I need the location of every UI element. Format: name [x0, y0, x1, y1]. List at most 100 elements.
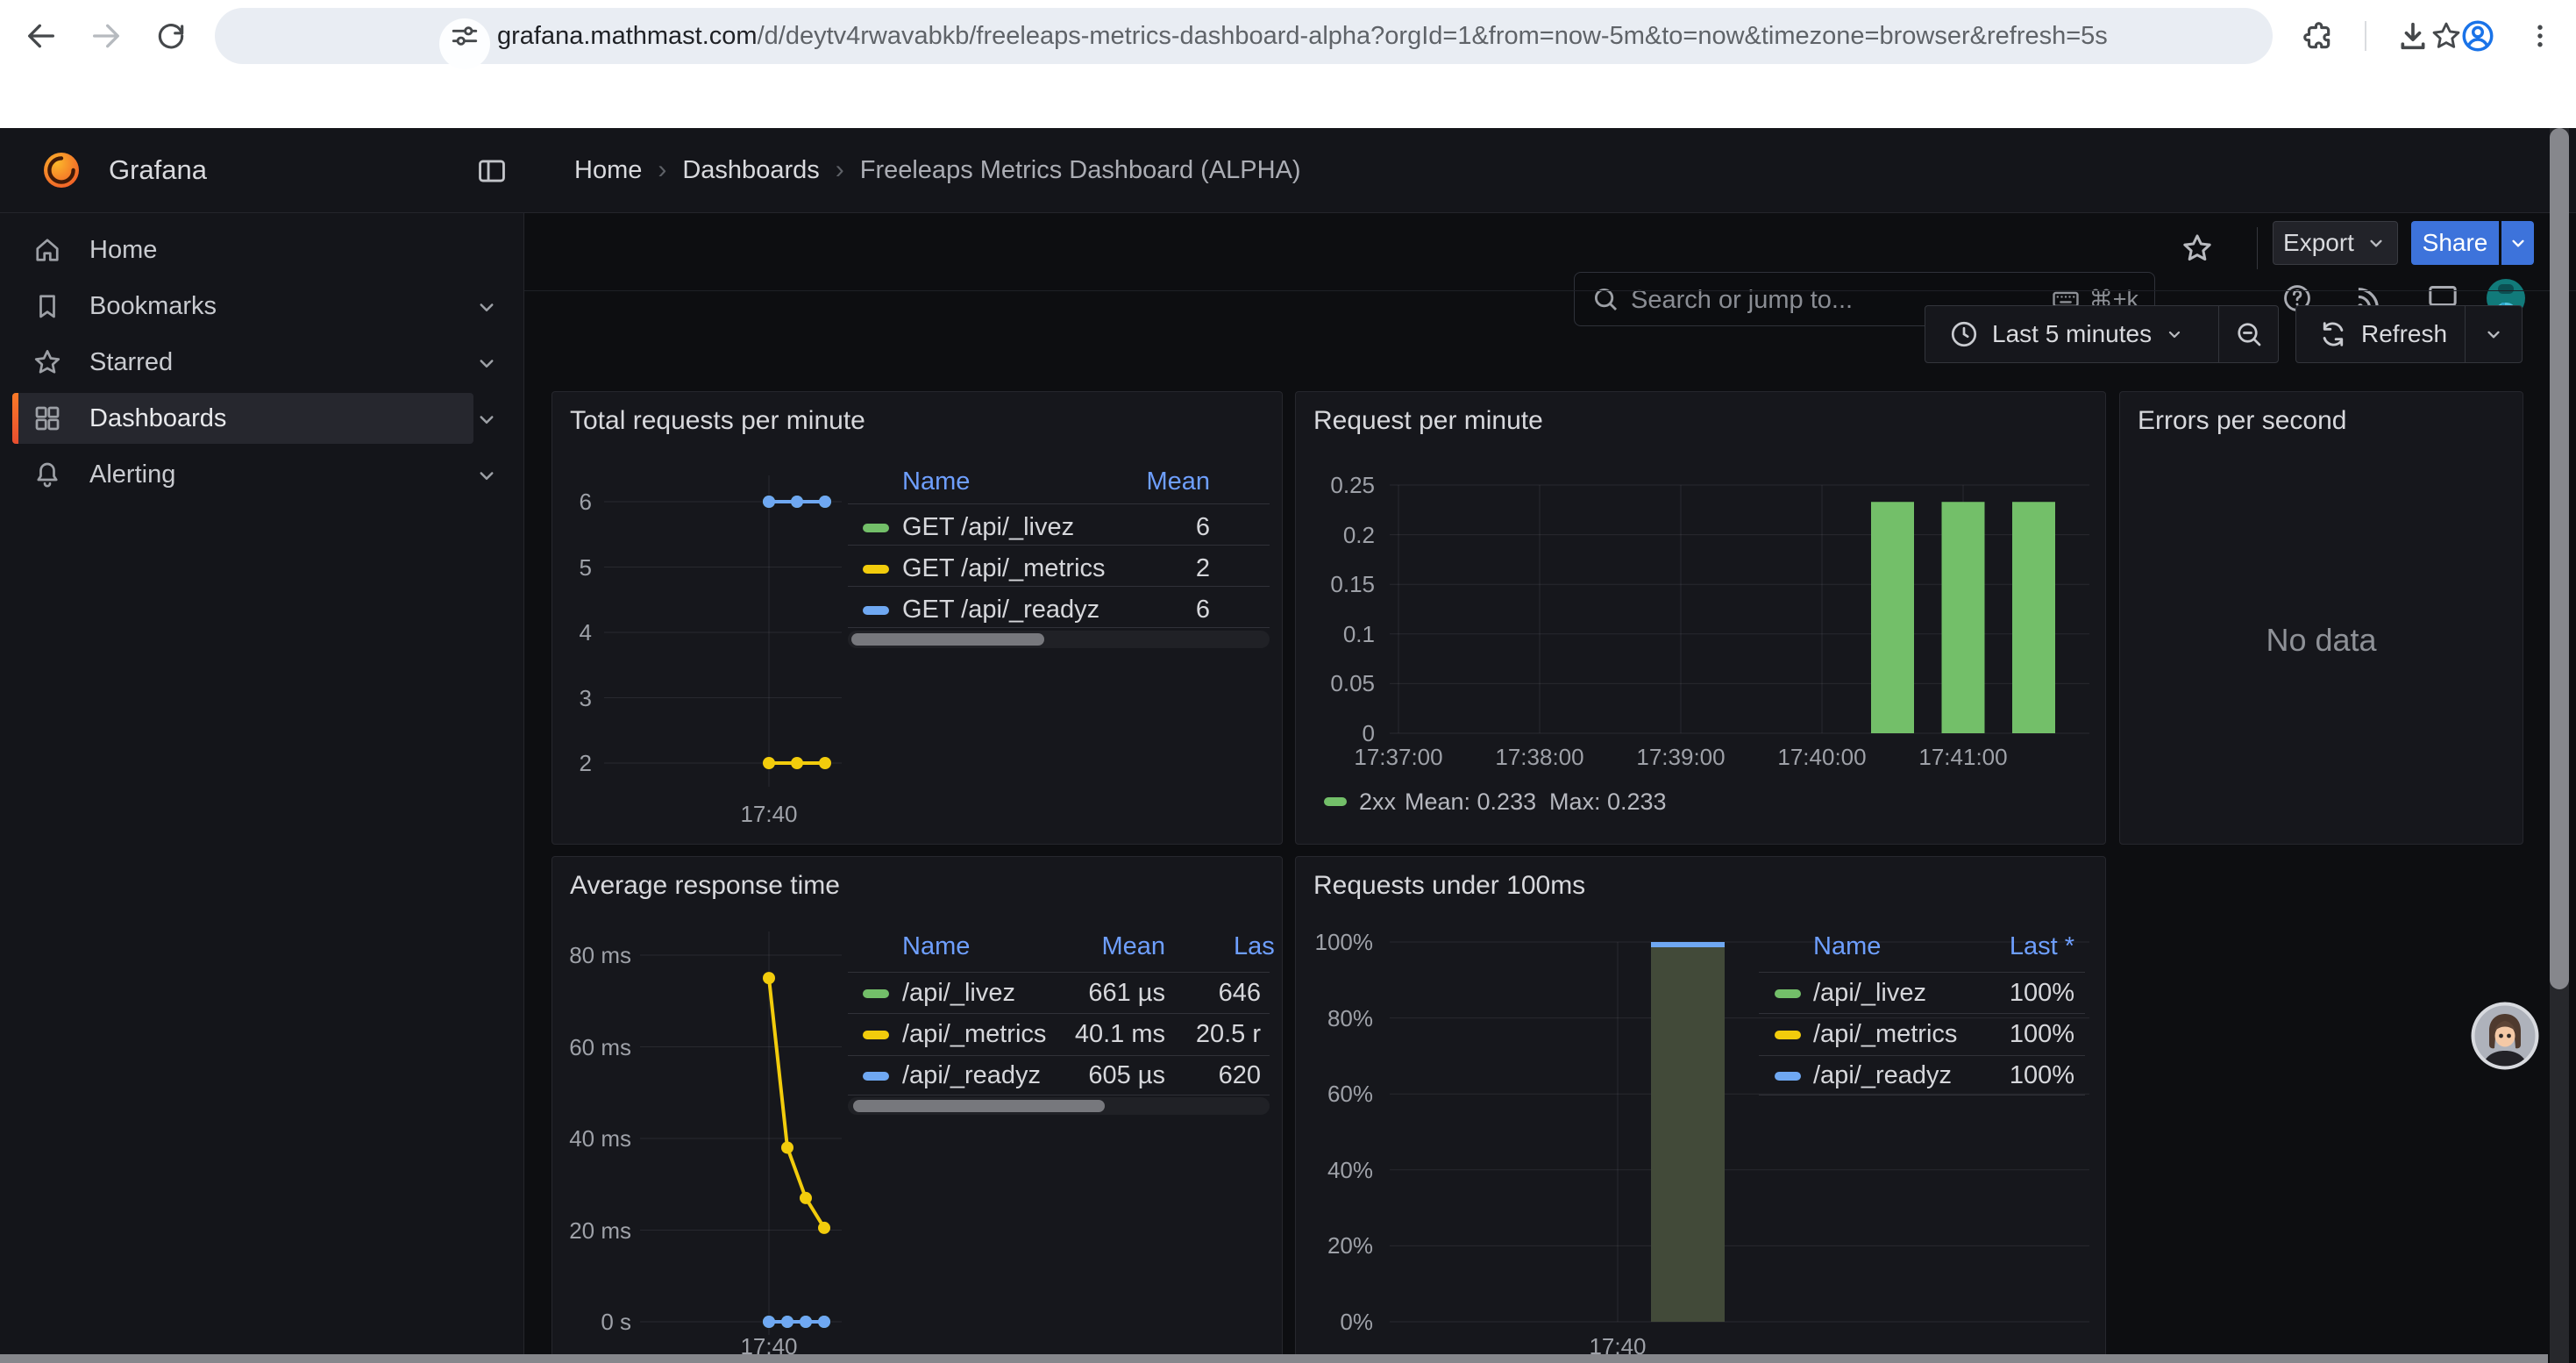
- chevron-down-icon[interactable]: [473, 462, 500, 489]
- toolbar-divider: [2365, 21, 2366, 51]
- table-header-name[interactable]: Name: [902, 467, 970, 496]
- table-header-name[interactable]: Name: [1813, 932, 1881, 961]
- assistant-avatar[interactable]: [2470, 1001, 2540, 1071]
- table-scrollbar-thumb[interactable]: [851, 633, 1044, 646]
- series-color-pill: [1775, 989, 1801, 998]
- refresh-button[interactable]: Refresh: [2296, 318, 2465, 350]
- panel-title[interactable]: Errors per second: [2138, 406, 2346, 436]
- panel-toggle-icon[interactable]: [475, 154, 509, 188]
- bookmark-icon: [32, 290, 63, 322]
- breadcrumb-current: Freeleaps Metrics Dashboard (ALPHA): [860, 128, 1301, 212]
- grafana-logo-icon[interactable]: [40, 149, 82, 191]
- y-axis-tick: 40 ms: [552, 1125, 631, 1152]
- y-axis-tick: 0.25: [1296, 472, 1375, 499]
- panel-title[interactable]: Total requests per minute: [570, 406, 865, 436]
- panel-title[interactable]: Requests under 100ms: [1313, 871, 1585, 901]
- tune-icon[interactable]: [450, 16, 480, 56]
- series-value-2: 646: [1156, 979, 1261, 1008]
- series-value: 6: [1017, 513, 1210, 542]
- table-scrollbar-thumb[interactable]: [853, 1100, 1105, 1112]
- legend-series-label[interactable]: 2xx: [1359, 789, 1396, 816]
- y-axis-tick: 0.05: [1296, 670, 1375, 697]
- y-axis-tick: 2: [552, 750, 592, 777]
- favorite-star-icon[interactable]: [2180, 231, 2218, 269]
- x-axis-tick: 17:41:00: [1897, 744, 2029, 771]
- y-axis-tick: 80%: [1296, 1005, 1373, 1032]
- horizontal-scrollbar-thumb[interactable]: [0, 1354, 2548, 1363]
- series-value-2: 620: [1156, 1061, 1261, 1090]
- panel-requests-under-100ms: 100%80%60%40%20%0%17:40NameLast */api/_l…: [1295, 856, 2106, 1363]
- y-axis-tick: 5: [552, 554, 592, 582]
- panel-chart-area: 100%80%60%40%20%0%17:40NameLast */api/_l…: [1296, 857, 2105, 1363]
- share-button[interactable]: Share: [2411, 221, 2499, 265]
- panel-total-requests-per-minute: 6543217:40NameMeanGET /api/_livez6GET /a…: [551, 391, 1283, 845]
- brand-title: Grafana: [109, 128, 207, 212]
- breadcrumb-dashboards[interactable]: Dashboards: [682, 128, 819, 212]
- series-color-pill: [863, 1031, 889, 1039]
- sidebar-item-alerting[interactable]: Alerting: [0, 446, 524, 503]
- chevron-down-icon[interactable]: [473, 350, 500, 376]
- table-header-col2[interactable]: Mean: [1035, 467, 1210, 496]
- panel-chart-area: 80 ms60 ms40 ms20 ms0 s17:40NameMeanLas/…: [552, 857, 1282, 1363]
- url-text[interactable]: grafana.mathmast.com/d/deytv4rwavabkb/fr…: [497, 8, 2108, 64]
- series-value: 100%: [1882, 1061, 2074, 1090]
- breadcrumb-home[interactable]: Home: [574, 128, 642, 212]
- dashboards-grid-icon: [32, 403, 63, 434]
- breadcrumb-separator: ›: [642, 128, 682, 212]
- panel-request-per-minute: 0.250.20.150.10.05017:37:0017:38:0017:39…: [1295, 391, 2106, 845]
- x-axis-tick: 17:40: [703, 801, 835, 828]
- time-range-picker[interactable]: Last 5 minutes: [1925, 318, 2218, 350]
- chevron-down-icon[interactable]: [473, 406, 500, 432]
- refresh-interval-dropdown[interactable]: [2466, 323, 2522, 346]
- panel-chart-area: 0.250.20.150.10.05017:37:0017:38:0017:39…: [1296, 392, 2105, 844]
- refresh-sync-icon: [2317, 318, 2349, 350]
- no-data-message: No data: [2266, 622, 2376, 659]
- profile-avatar-icon[interactable]: [2458, 16, 2498, 56]
- legend-series-pill[interactable]: [1324, 797, 1347, 806]
- series-value: 40.1 ms: [972, 1020, 1165, 1049]
- series-color-pill: [863, 1072, 889, 1081]
- y-axis-tick: 0%: [1296, 1309, 1373, 1336]
- extensions-puzzle-icon[interactable]: [2297, 16, 2338, 56]
- reload-icon[interactable]: [151, 16, 191, 56]
- kebab-menu-icon[interactable]: [2520, 16, 2560, 56]
- zoom-out-button[interactable]: [2219, 318, 2278, 350]
- series-color-pill: [1775, 1072, 1801, 1081]
- sidebar-item-home[interactable]: Home: [0, 222, 524, 278]
- x-axis-tick: 17:38:00: [1474, 744, 1605, 771]
- back-arrow-icon[interactable]: [21, 16, 61, 56]
- download-icon[interactable]: [2393, 16, 2433, 56]
- vertical-scrollbar-thumb[interactable]: [2550, 128, 2569, 989]
- forward-arrow-icon[interactable]: [86, 16, 126, 56]
- table-header-col3[interactable]: Las: [1234, 932, 1275, 961]
- series-color-pill: [863, 565, 889, 574]
- url-bar[interactable]: grafana.mathmast.com/d/deytv4rwavabkb/fr…: [215, 8, 2273, 64]
- sidebar-item-dashboards[interactable]: Dashboards: [0, 390, 524, 446]
- y-axis-tick: 60%: [1296, 1081, 1373, 1108]
- series-color-pill: [863, 606, 889, 615]
- chevron-down-icon[interactable]: [473, 294, 500, 320]
- y-axis-tick: 80 ms: [552, 942, 631, 969]
- share-dropdown-button[interactable]: [2501, 221, 2534, 265]
- series-color-pill: [863, 524, 889, 532]
- panel-title[interactable]: Average response time: [570, 871, 840, 901]
- table-header-col2[interactable]: Mean: [990, 932, 1165, 961]
- y-axis-tick: 6: [552, 489, 592, 516]
- bookmarks-bar: Freeleaps 收藏博客: [0, 72, 2576, 128]
- panel-title[interactable]: Request per minute: [1313, 406, 1543, 436]
- table-header-col2[interactable]: Last *: [1899, 932, 2074, 961]
- export-button[interactable]: Export: [2273, 221, 2398, 265]
- dashboard-subheader: Export Share: [524, 213, 2576, 291]
- screen: grafana.mathmast.com/d/deytv4rwavabkb/fr…: [0, 0, 2576, 1363]
- series-value-2: 20.5 r: [1156, 1020, 1261, 1049]
- sidebar-item-bookmarks[interactable]: Bookmarks: [0, 278, 524, 334]
- refresh-group: Refresh: [2295, 305, 2523, 363]
- x-axis-tick: 17:39:00: [1615, 744, 1747, 771]
- browser-toolbar: grafana.mathmast.com/d/deytv4rwavabkb/fr…: [0, 0, 2576, 72]
- series-value: 6: [1017, 596, 1210, 624]
- series-color-pill: [1775, 1031, 1801, 1039]
- table-separator: [848, 972, 1270, 973]
- y-axis-tick: 40%: [1296, 1157, 1373, 1184]
- sidebar-item-starred[interactable]: Starred: [0, 334, 524, 390]
- table-header-name[interactable]: Name: [902, 932, 970, 961]
